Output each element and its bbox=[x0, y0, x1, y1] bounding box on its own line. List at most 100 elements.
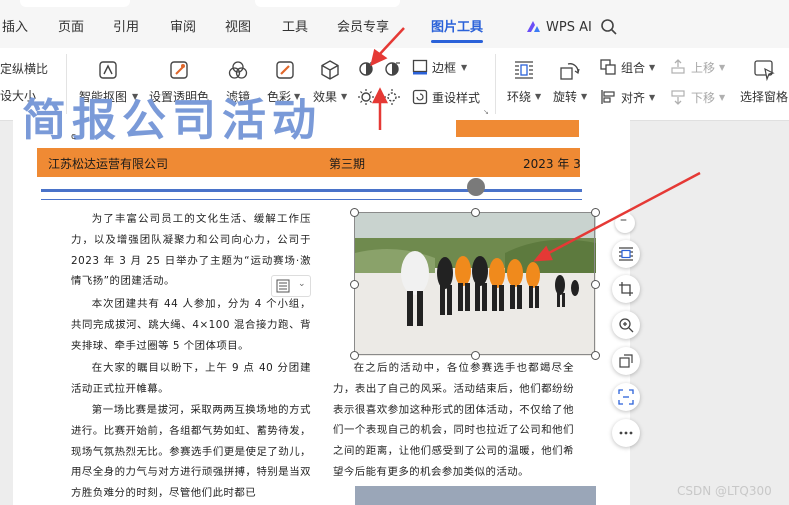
resize-handle-bottom-left[interactable] bbox=[350, 351, 359, 360]
selection-pane-button[interactable]: 选择窗格 bbox=[738, 48, 789, 118]
reset-style-label: 重设样式 bbox=[432, 91, 481, 105]
align-button[interactable]: 对齐 ▼ bbox=[600, 86, 658, 110]
resize-handle-top[interactable] bbox=[471, 208, 480, 217]
rotate-button[interactable]: 旋转 ▼ bbox=[552, 48, 592, 118]
wrap-text-button[interactable]: 环绕 ▼ bbox=[505, 48, 545, 118]
bring-forward-button[interactable]: 上移 ▼ bbox=[670, 56, 730, 80]
chevron-down-icon: ▼ bbox=[341, 92, 348, 101]
body-paragraph: 本次团建共有 44 人参加，分为 4 个小组，共同完成拔河、跳大绳、4×100 … bbox=[71, 298, 311, 352]
wps-ai-icon bbox=[527, 21, 540, 32]
decrease-contrast-icon[interactable] bbox=[383, 60, 401, 78]
chevron-down-icon: ▼ bbox=[581, 92, 588, 101]
rotate-handle[interactable] bbox=[467, 178, 485, 196]
body-paragraph: 第一场比赛是拔河，采取两两互换场地的方式进行。比赛开始前，各组都气势如虹、蓄势待… bbox=[71, 404, 311, 500]
menu-insert[interactable]: 插入 bbox=[2, 20, 28, 36]
divider-rule-thin bbox=[41, 199, 582, 200]
zoom-button[interactable] bbox=[612, 311, 640, 339]
chevron-down-icon: ▼ bbox=[719, 93, 726, 102]
decrease-brightness-icon[interactable] bbox=[383, 88, 401, 106]
rotate-label: 旋转 bbox=[553, 90, 578, 104]
menu-review[interactable]: 审阅 bbox=[170, 20, 196, 36]
border-label: 边框 bbox=[432, 61, 457, 75]
chevron-down-icon: ⌄ bbox=[298, 279, 306, 289]
resize-handle-bottom[interactable] bbox=[471, 351, 480, 360]
menu-tools[interactable]: 工具 bbox=[282, 20, 308, 36]
reset-style-icon bbox=[412, 89, 428, 105]
send-backward-label: 下移 bbox=[691, 91, 716, 105]
body-paragraph: 在之后的活动中，各位参赛选手也都竭尽全力，表出了自己的风采。活动结束后，他们都纷… bbox=[333, 362, 574, 478]
menu-page[interactable]: 页面 bbox=[58, 20, 84, 36]
color-adjust-icon bbox=[276, 61, 294, 79]
header-orange-box bbox=[456, 120, 579, 137]
eyedropper-icon bbox=[170, 61, 188, 79]
replace-image-icon bbox=[619, 354, 633, 368]
chevron-down-icon: ▼ bbox=[461, 63, 468, 72]
menu-references[interactable]: 引用 bbox=[113, 20, 139, 36]
stray-text: c bbox=[71, 132, 76, 142]
layout-options-button[interactable]: ⌄ bbox=[271, 275, 311, 297]
selection-pane-icon bbox=[754, 60, 775, 81]
crop-icon bbox=[619, 282, 633, 296]
selection-pane-label: 选择窗格 bbox=[740, 90, 789, 104]
resize-handle-top-left[interactable] bbox=[350, 208, 359, 217]
layout-options-icon bbox=[276, 279, 290, 293]
menu-picture-tools[interactable]: 图片工具 bbox=[431, 20, 483, 36]
resize-handle-right[interactable] bbox=[591, 280, 600, 289]
group-icon bbox=[600, 59, 616, 75]
resize-handle-left[interactable] bbox=[350, 280, 359, 289]
wrap-layout-icon bbox=[619, 247, 633, 261]
second-photo[interactable] bbox=[355, 486, 596, 505]
replace-image-button[interactable] bbox=[612, 347, 640, 375]
chevron-down-icon: ▼ bbox=[649, 93, 656, 102]
company-name: 江苏松达运营有限公司 bbox=[48, 157, 169, 171]
lock-aspect-ratio-label[interactable]: 定纵横比 bbox=[0, 62, 48, 76]
menu-bar: 插入 页面 引用 审阅 视图 工具 会员专享 图片工具 WPS AI bbox=[0, 0, 789, 48]
chevron-down-icon: ▼ bbox=[649, 63, 656, 72]
resize-handle-bottom-right[interactable] bbox=[591, 351, 600, 360]
zoom-in-icon bbox=[619, 318, 634, 333]
collapse-toolbar-button[interactable]: – bbox=[615, 212, 635, 233]
align-label: 对齐 bbox=[621, 91, 646, 105]
chevron-down-icon: ▼ bbox=[719, 63, 726, 72]
bring-forward-label: 上移 bbox=[691, 61, 716, 75]
more-options-button[interactable] bbox=[612, 419, 640, 447]
menu-member[interactable]: 会员专享 bbox=[337, 20, 389, 36]
active-tab-indicator bbox=[431, 40, 483, 43]
ribbon-divider bbox=[495, 54, 496, 114]
watermark-text: CSDN @LTQ300 bbox=[677, 484, 772, 498]
send-backward-icon bbox=[671, 90, 685, 105]
menu-wps-ai[interactable]: WPS AI bbox=[546, 20, 592, 36]
group-label: 组合 bbox=[621, 61, 646, 75]
divider-rule-thick bbox=[41, 189, 582, 192]
newsletter-title-graphic: 简报公司活动 bbox=[22, 95, 322, 146]
send-backward-button[interactable]: 下移 ▼ bbox=[670, 86, 730, 110]
filter-icon bbox=[228, 61, 248, 79]
increase-contrast-icon[interactable] bbox=[357, 60, 375, 78]
selection-frame bbox=[354, 212, 595, 355]
reset-style-button[interactable]: 重设样式 bbox=[410, 86, 486, 110]
extract-text-button[interactable] bbox=[612, 383, 640, 411]
search-icon[interactable] bbox=[600, 18, 618, 36]
issue-date: 2023 年 3 bbox=[523, 157, 581, 171]
document-tab-stub-2[interactable] bbox=[255, 0, 400, 7]
border-icon bbox=[412, 59, 428, 75]
more-icon bbox=[619, 431, 633, 435]
layout-options-side-button[interactable] bbox=[612, 240, 640, 268]
rotate-icon bbox=[560, 63, 580, 80]
increase-brightness-icon[interactable] bbox=[357, 88, 375, 106]
resize-handle-top-right[interactable] bbox=[591, 208, 600, 217]
smart-crop-icon bbox=[99, 61, 117, 79]
wrap-label: 环绕 bbox=[507, 90, 532, 104]
scan-icon bbox=[618, 389, 634, 405]
body-paragraph: 在大家的瞩目以盼下，上午 9 点 40 分团建活动正式拉开帷幕。 bbox=[71, 362, 311, 395]
issue-number: 第三期 bbox=[329, 157, 366, 171]
cube-icon bbox=[321, 60, 339, 80]
group-button[interactable]: 组合 ▼ bbox=[600, 56, 658, 80]
group-dialog-launcher-icon[interactable]: ↘ bbox=[483, 108, 489, 116]
border-button[interactable]: 边框 ▼ bbox=[410, 56, 474, 80]
bring-forward-icon bbox=[671, 59, 685, 74]
menu-view[interactable]: 视图 bbox=[225, 20, 251, 36]
document-tab-stub[interactable] bbox=[20, 0, 130, 7]
minus-icon: – bbox=[620, 212, 627, 228]
crop-button[interactable] bbox=[612, 275, 640, 303]
